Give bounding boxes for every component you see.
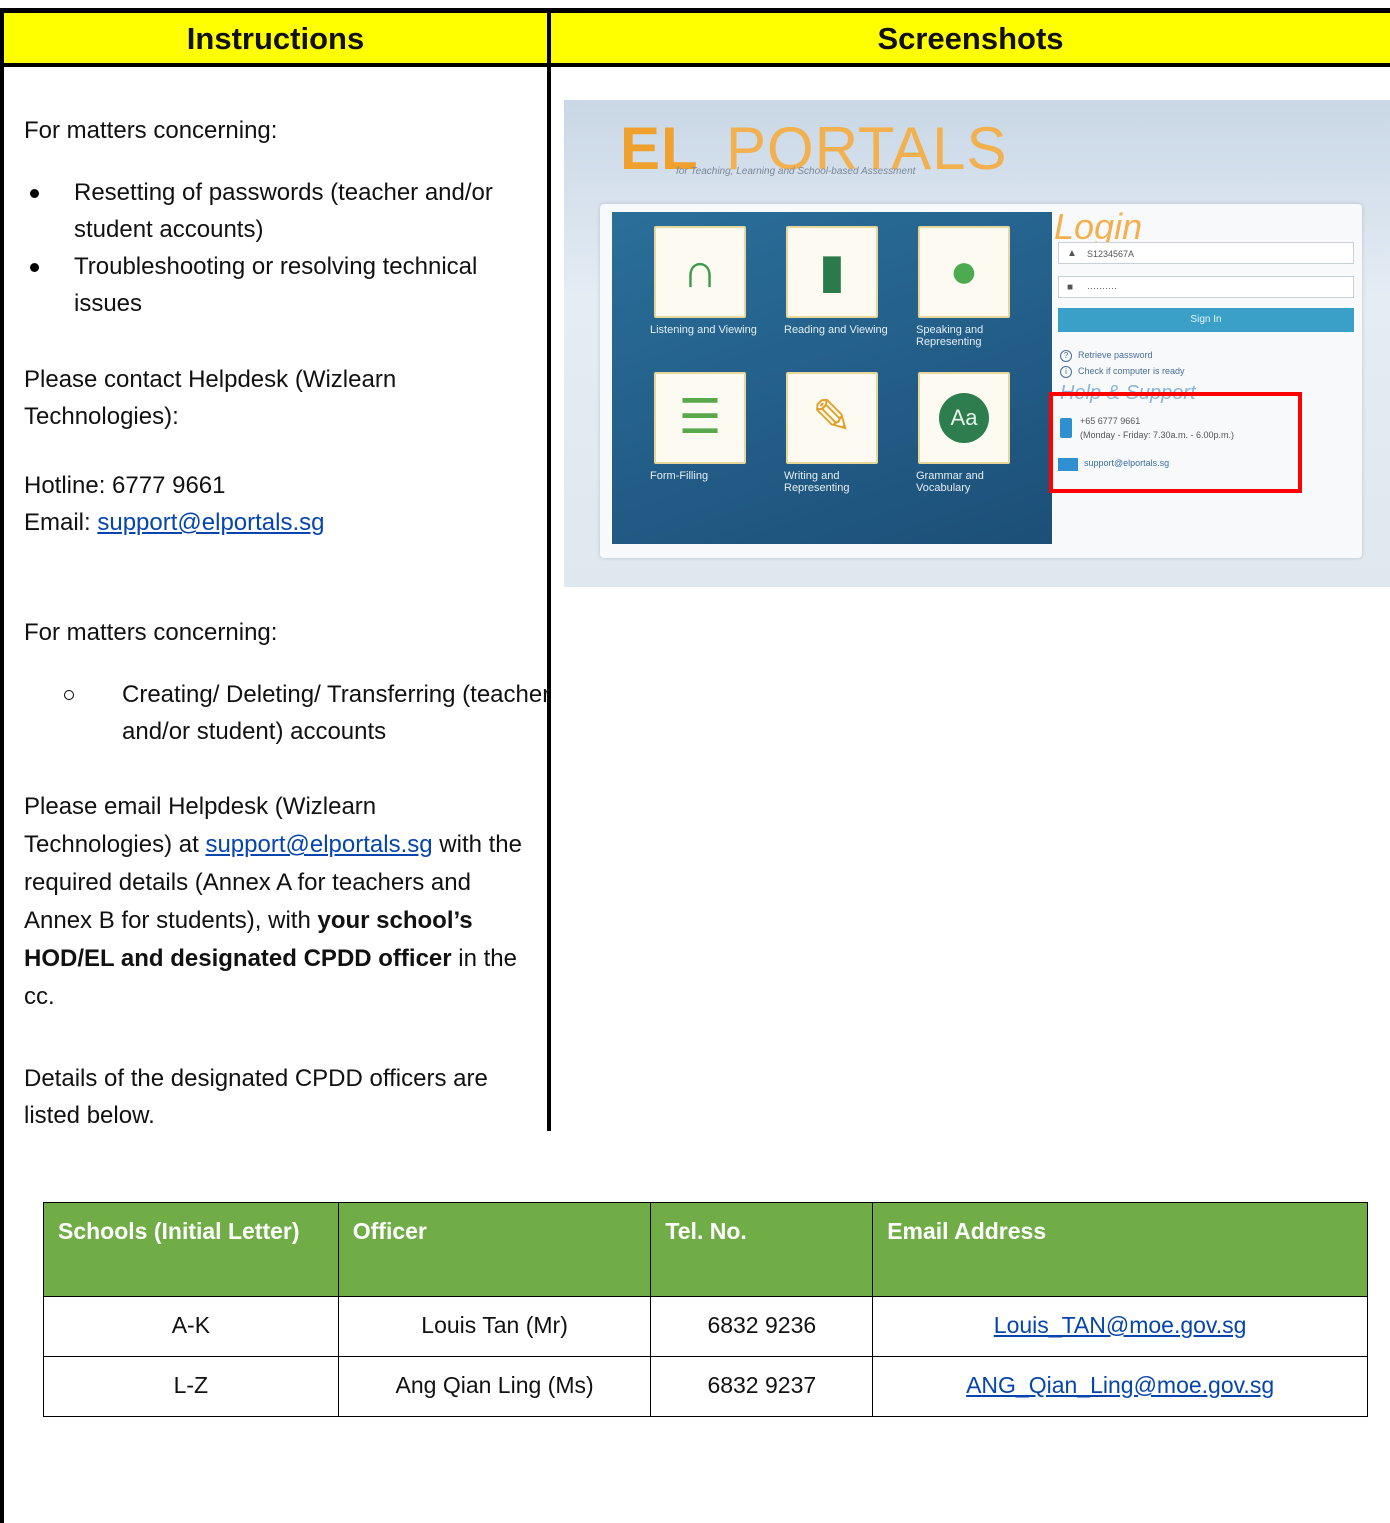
table-header-row: Schools (Initial Letter) Officer Tel. No… <box>43 1202 1368 1297</box>
column-header-email: Email Address <box>872 1202 1368 1297</box>
tile-label: Listening and Viewing <box>650 324 757 336</box>
list-item: Resetting of passwords (teacher and/or s… <box>24 174 534 248</box>
password-field[interactable]: ■ ·········· <box>1058 276 1354 298</box>
support-email-link-2[interactable]: support@elportals.sg <box>205 831 432 858</box>
table-row: L-Z Ang Qian Ling (Ms) 6832 9237 ANG_Qia… <box>43 1356 1368 1417</box>
highlight-box <box>1049 392 1302 493</box>
headphones-icon[interactable]: ∩ <box>654 226 746 318</box>
tel-cell: 6832 9236 <box>650 1296 874 1357</box>
bullet-icon <box>30 263 39 272</box>
logo-subtitle: for Teaching, Learning and School-based … <box>676 166 916 177</box>
user-icon: ▲ <box>1067 248 1077 259</box>
contact-intro: Please contact Helpdesk (Wizlearn Techno… <box>24 366 397 430</box>
section1-bullet-list: Resetting of passwords (teacher and/or s… <box>24 174 534 322</box>
login-panel: ∩ Listening and Viewing ▮ Reading and Vi… <box>600 204 1362 558</box>
column-divider <box>547 13 551 1131</box>
table-border-left <box>0 8 4 1523</box>
tel-cell: 6832 9237 <box>650 1356 874 1417</box>
tile-label: Speaking and Representing <box>916 324 984 348</box>
email-cell: Louis_TAN@moe.gov.sg <box>872 1296 1368 1357</box>
aa-icon[interactable]: Aa <box>918 372 1010 464</box>
tile-label: Form-Filling <box>650 470 709 482</box>
support-email-link[interactable]: support@elportals.sg <box>97 509 324 536</box>
question-icon: ? <box>1060 350 1072 362</box>
retrieve-password-link[interactable]: ? Retrieve password <box>1060 350 1153 362</box>
cpdd-officers-table: Schools (Initial Letter) Officer Tel. No… <box>43 1202 1368 1417</box>
officer-cell: Ang Qian Ling (Ms) <box>337 1356 652 1417</box>
email-cell: ANG_Qian_Ling@moe.gov.sg <box>872 1356 1368 1417</box>
tile-label: Writing and Representing <box>784 470 850 494</box>
details-note: Details of the designated CPDD officers … <box>24 1065 488 1129</box>
email-instructions: Please email Helpdesk (Wizlearn Technolo… <box>24 793 522 1010</box>
check-computer-link[interactable]: i Check if computer is ready <box>1060 366 1185 378</box>
table-row: A-K Louis Tan (Mr) 6832 9236 Louis_TAN@m… <box>43 1296 1368 1357</box>
book-icon[interactable]: ▮ <box>786 226 878 318</box>
username-field[interactable]: ▲ S1234567A <box>1058 242 1354 264</box>
list-item: Troubleshooting or resolving technical i… <box>24 248 534 322</box>
section2-intro: For matters concerning: <box>24 619 278 646</box>
officer-cell: Louis Tan (Mr) <box>337 1296 652 1357</box>
pencil-icon[interactable]: ✎ <box>786 372 878 464</box>
schools-cell: A-K <box>43 1296 339 1357</box>
microphone-icon[interactable]: ● <box>918 226 1010 318</box>
screenshots-header: Screenshots <box>877 21 1064 56</box>
hotline-text: Hotline: 6777 9661 <box>24 472 226 499</box>
el-portals-screenshot: EL PORTALS for Teaching, Learning and Sc… <box>564 100 1390 587</box>
instructions-header: Instructions <box>186 21 365 56</box>
officer-email-link[interactable]: Louis_TAN@moe.gov.sg <box>994 1312 1247 1338</box>
bullet-icon <box>30 189 39 198</box>
tile-label: Grammar and Vocabulary <box>916 470 984 494</box>
officer-email-link[interactable]: ANG_Qian_Ling@moe.gov.sg <box>966 1372 1274 1398</box>
schools-cell: L-Z <box>43 1356 339 1417</box>
sign-in-button[interactable]: Sign In <box>1058 308 1354 332</box>
list-item: Creating/ Deleting/ Transferring (teache… <box>24 676 562 750</box>
info-icon: i <box>1060 366 1072 378</box>
column-header-schools: Schools (Initial Letter) <box>43 1202 339 1297</box>
section1-intro: For matters concerning: <box>24 117 278 144</box>
column-header-tel: Tel. No. <box>650 1202 874 1297</box>
lock-icon: ■ <box>1067 282 1074 293</box>
module-tiles: ∩ Listening and Viewing ▮ Reading and Vi… <box>612 212 1052 544</box>
tile-label: Reading and Viewing <box>784 324 888 336</box>
column-header-officer: Officer <box>337 1202 652 1297</box>
form-icon[interactable]: ☰ <box>654 372 746 464</box>
circle-bullet-icon <box>64 690 74 700</box>
email-line: Email: support@elportals.sg <box>24 509 325 536</box>
section2-bullet-list: Creating/ Deleting/ Transferring (teache… <box>24 676 562 750</box>
